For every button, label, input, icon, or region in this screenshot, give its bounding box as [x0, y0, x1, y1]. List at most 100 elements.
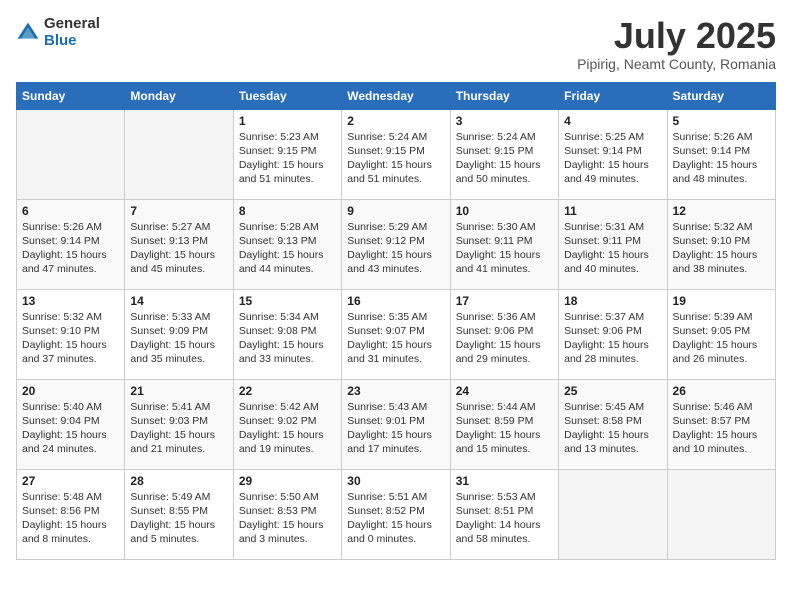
day-detail: Sunrise: 5:46 AMSunset: 8:57 PMDaylight:… — [673, 400, 770, 457]
day-detail: Sunrise: 5:37 AMSunset: 9:06 PMDaylight:… — [564, 310, 661, 367]
day-number: 5 — [673, 114, 770, 128]
location-subtitle: Pipirig, Neamt County, Romania — [577, 56, 776, 72]
calendar-cell: 27Sunrise: 5:48 AMSunset: 8:56 PMDayligh… — [17, 469, 125, 559]
day-number: 7 — [130, 204, 227, 218]
calendar-cell: 21 Sunrise: 5:41 AMSunset: 9:03 PMDayligh… — [125, 379, 233, 469]
weekday-header-thursday: Thursday — [450, 82, 558, 109]
calendar-cell: 24 Sunrise: 5:44 AMSunset: 8:59 PMDayligh… — [450, 379, 558, 469]
calendar-cell: 29 Sunrise: 5:50 AMSunset: 8:53 PMDayligh… — [233, 469, 341, 559]
day-detail: Sunrise: 5:44 AMSunset: 8:59 PMDaylight:… — [456, 400, 553, 457]
day-number: 13 — [22, 294, 119, 308]
day-number: 14 — [130, 294, 227, 308]
calendar-cell: 18 Sunrise: 5:37 AMSunset: 9:06 PMDayligh… — [559, 289, 667, 379]
calendar-cell: 19 Sunrise: 5:39 AMSunset: 9:05 PMDayligh… — [667, 289, 775, 379]
calendar-cell: 6Sunrise: 5:26 AMSunset: 9:14 PMDaylight… — [17, 199, 125, 289]
calendar-week-row: 13 Sunrise: 5:32 AMSunset: 9:10 PMDayligh… — [17, 289, 776, 379]
day-number: 31 — [456, 474, 553, 488]
day-number: 29 — [239, 474, 336, 488]
day-detail: Sunrise: 5:49 AMSunset: 8:55 PMDaylight:… — [130, 490, 227, 547]
day-detail: Sunrise: 5:24 AMSunset: 9:15 PMDaylight:… — [347, 130, 444, 187]
logo-general-text: General — [44, 16, 100, 33]
calendar-week-row: 1Sunrise: 5:23 AMSunset: 9:15 PMDaylight… — [17, 109, 776, 199]
calendar-cell: 13 Sunrise: 5:32 AMSunset: 9:10 PMDayligh… — [17, 289, 125, 379]
calendar-cell: 10 Sunrise: 5:30 AMSunset: 9:11 PMDayligh… — [450, 199, 558, 289]
calendar-cell: 4 Sunrise: 5:25 AMSunset: 9:14 PMDaylight… — [559, 109, 667, 199]
calendar-cell: 31 Sunrise: 5:53 AMSunset: 8:51 PMDayligh… — [450, 469, 558, 559]
calendar-cell: 3Sunrise: 5:24 AMSunset: 9:15 PMDaylight… — [450, 109, 558, 199]
day-detail: Sunrise: 5:53 AMSunset: 8:51 PMDaylight:… — [456, 490, 553, 547]
logo: General Blue — [16, 16, 100, 49]
weekday-header-friday: Friday — [559, 82, 667, 109]
day-number: 10 — [456, 204, 553, 218]
day-number: 20 — [22, 384, 119, 398]
day-detail: Sunrise: 5:43 AMSunset: 9:01 PMDaylight:… — [347, 400, 444, 457]
day-number: 25 — [564, 384, 661, 398]
calendar-cell: 25Sunrise: 5:45 AMSunset: 8:58 PMDayligh… — [559, 379, 667, 469]
calendar-cell: 12Sunrise: 5:32 AMSunset: 9:10 PMDayligh… — [667, 199, 775, 289]
day-number: 30 — [347, 474, 444, 488]
day-detail: Sunrise: 5:48 AMSunset: 8:56 PMDaylight:… — [22, 490, 119, 547]
day-number: 17 — [456, 294, 553, 308]
calendar-table: SundayMondayTuesdayWednesdayThursdayFrid… — [16, 82, 776, 560]
calendar-cell: 30 Sunrise: 5:51 AMSunset: 8:52 PMDayligh… — [342, 469, 450, 559]
month-year-title: July 2025 — [577, 16, 776, 56]
day-number: 28 — [130, 474, 227, 488]
day-number: 22 — [239, 384, 336, 398]
calendar-week-row: 27Sunrise: 5:48 AMSunset: 8:56 PMDayligh… — [17, 469, 776, 559]
day-number: 3 — [456, 114, 553, 128]
logo-icon — [16, 21, 40, 45]
day-number: 16 — [347, 294, 444, 308]
day-detail: Sunrise: 5:51 AMSunset: 8:52 PMDaylight:… — [347, 490, 444, 547]
day-number: 12 — [673, 204, 770, 218]
title-block: July 2025 Pipirig, Neamt County, Romania — [577, 16, 776, 72]
calendar-cell: 2Sunrise: 5:24 AMSunset: 9:15 PMDaylight… — [342, 109, 450, 199]
calendar-cell: 11Sunrise: 5:31 AMSunset: 9:11 PMDayligh… — [559, 199, 667, 289]
day-number: 18 — [564, 294, 661, 308]
calendar-cell: 28 Sunrise: 5:49 AMSunset: 8:55 PMDayligh… — [125, 469, 233, 559]
calendar-cell: 15Sunrise: 5:34 AMSunset: 9:08 PMDayligh… — [233, 289, 341, 379]
day-detail: Sunrise: 5:33 AMSunset: 9:09 PMDaylight:… — [130, 310, 227, 367]
day-detail: Sunrise: 5:25 AMSunset: 9:14 PMDaylight:… — [564, 130, 661, 187]
calendar-week-row: 20 Sunrise: 5:40 AMSunset: 9:04 PMDayligh… — [17, 379, 776, 469]
calendar-cell: 26 Sunrise: 5:46 AMSunset: 8:57 PMDayligh… — [667, 379, 775, 469]
day-number: 26 — [673, 384, 770, 398]
day-number: 9 — [347, 204, 444, 218]
day-number: 6 — [22, 204, 119, 218]
logo-text: General Blue — [44, 16, 100, 49]
day-detail: Sunrise: 5:30 AMSunset: 9:11 PMDaylight:… — [456, 220, 553, 277]
weekday-header-sunday: Sunday — [17, 82, 125, 109]
day-detail: Sunrise: 5:40 AMSunset: 9:04 PMDaylight:… — [22, 400, 119, 457]
calendar-cell: 22Sunrise: 5:42 AMSunset: 9:02 PMDayligh… — [233, 379, 341, 469]
logo-blue-text: Blue — [44, 33, 100, 50]
day-number: 8 — [239, 204, 336, 218]
day-detail: Sunrise: 5:28 AMSunset: 9:13 PMDaylight:… — [239, 220, 336, 277]
calendar-cell: 14 Sunrise: 5:33 AMSunset: 9:09 PMDayligh… — [125, 289, 233, 379]
weekday-header-wednesday: Wednesday — [342, 82, 450, 109]
day-number: 24 — [456, 384, 553, 398]
calendar-cell: 20 Sunrise: 5:40 AMSunset: 9:04 PMDayligh… — [17, 379, 125, 469]
day-detail: Sunrise: 5:50 AMSunset: 8:53 PMDaylight:… — [239, 490, 336, 547]
calendar-cell: 1Sunrise: 5:23 AMSunset: 9:15 PMDaylight… — [233, 109, 341, 199]
weekday-header-monday: Monday — [125, 82, 233, 109]
calendar-cell — [17, 109, 125, 199]
day-detail: Sunrise: 5:27 AMSunset: 9:13 PMDaylight:… — [130, 220, 227, 277]
calendar-cell: 16 Sunrise: 5:35 AMSunset: 9:07 PMDayligh… — [342, 289, 450, 379]
day-detail: Sunrise: 5:32 AMSunset: 9:10 PMDaylight:… — [22, 310, 119, 367]
day-detail: Sunrise: 5:41 AMSunset: 9:03 PMDaylight:… — [130, 400, 227, 457]
calendar-cell: 23Sunrise: 5:43 AMSunset: 9:01 PMDayligh… — [342, 379, 450, 469]
day-number: 15 — [239, 294, 336, 308]
day-detail: Sunrise: 5:39 AMSunset: 9:05 PMDaylight:… — [673, 310, 770, 367]
page-header: General Blue July 2025 Pipirig, Neamt Co… — [16, 16, 776, 72]
day-detail: Sunrise: 5:26 AMSunset: 9:14 PMDaylight:… — [673, 130, 770, 187]
calendar-cell: 7 Sunrise: 5:27 AMSunset: 9:13 PMDaylight… — [125, 199, 233, 289]
day-number: 21 — [130, 384, 227, 398]
calendar-cell — [667, 469, 775, 559]
weekday-header-row: SundayMondayTuesdayWednesdayThursdayFrid… — [17, 82, 776, 109]
calendar-cell: 17Sunrise: 5:36 AMSunset: 9:06 PMDayligh… — [450, 289, 558, 379]
day-number: 4 — [564, 114, 661, 128]
day-number: 19 — [673, 294, 770, 308]
calendar-cell — [559, 469, 667, 559]
weekday-header-saturday: Saturday — [667, 82, 775, 109]
calendar-cell: 5 Sunrise: 5:26 AMSunset: 9:14 PMDaylight… — [667, 109, 775, 199]
day-detail: Sunrise: 5:35 AMSunset: 9:07 PMDaylight:… — [347, 310, 444, 367]
